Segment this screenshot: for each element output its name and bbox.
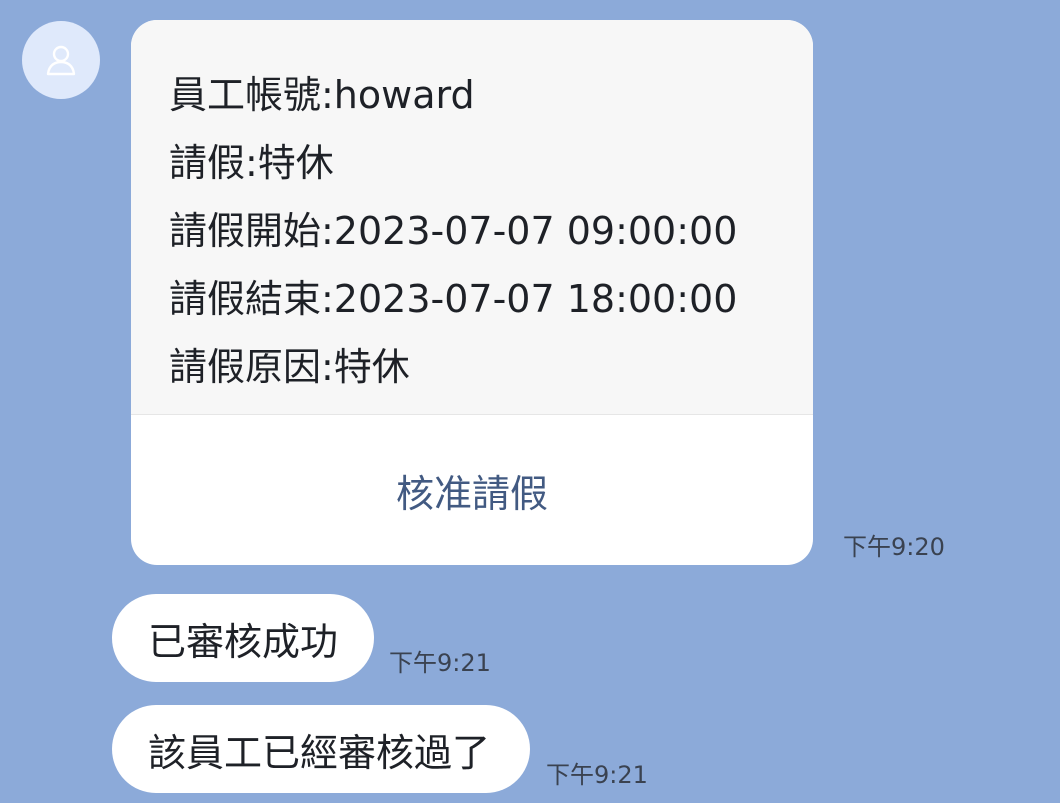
leave-start-line: 請假開始:2023-07-07 09:00:00	[169, 209, 738, 253]
leave-reason-line: 請假原因:特休	[169, 345, 410, 389]
leave-end-line: 請假結束:2023-07-07 18:00:00	[169, 277, 738, 321]
message-bubble[interactable]: 該員工已經審核過了	[112, 705, 530, 793]
sender-avatar[interactable]	[22, 21, 100, 99]
chat-message-area[interactable]: 員工帳號:howard 請假:特休 請假開始:2023-07-07 09:00:…	[0, 0, 1060, 803]
approve-leave-button[interactable]: 核准請假	[131, 415, 813, 565]
message-timestamp: 下午9:20	[843, 533, 945, 561]
message-timestamp: 下午9:21	[389, 649, 491, 677]
leave-request-card: 員工帳號:howard 請假:特休 請假開始:2023-07-07 09:00:…	[131, 20, 813, 565]
message-bubble[interactable]: 已審核成功	[112, 594, 374, 682]
message-timestamp: 下午9:21	[546, 761, 648, 789]
leave-request-details: 員工帳號:howard 請假:特休 請假開始:2023-07-07 09:00:…	[131, 20, 813, 415]
user-icon	[46, 45, 76, 76]
employee-account-line: 員工帳號:howard	[169, 73, 475, 117]
leave-type-line: 請假:特休	[169, 141, 334, 185]
